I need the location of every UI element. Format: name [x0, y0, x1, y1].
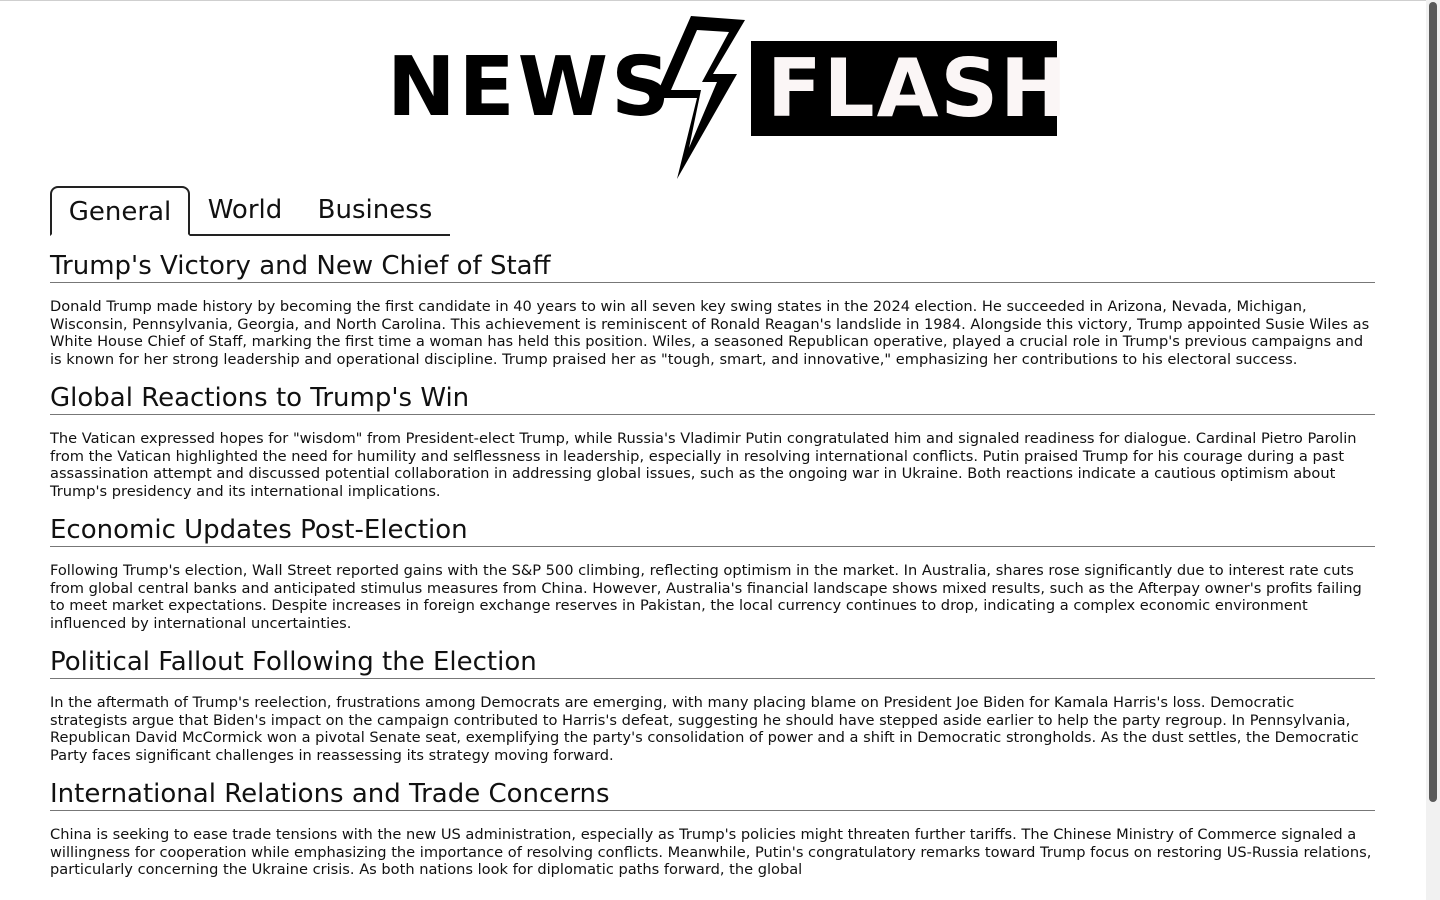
logo-flash-text: FLASH — [767, 42, 1070, 135]
scrollbar-thumb[interactable] — [1429, 2, 1437, 802]
article-title: Economic Updates Post-Election — [50, 514, 1375, 547]
article: Global Reactions to Trump's Win The Vati… — [50, 382, 1375, 500]
news-flash-logo: NEWS FLASH — [385, 14, 1067, 184]
window-top-border — [0, 0, 1426, 1]
logo-news-text: NEWS — [387, 40, 674, 135]
article: Economic Updates Post-Election Following… — [50, 514, 1375, 632]
article-body: Donald Trump made history by becoming th… — [50, 298, 1370, 368]
article-body: In the aftermath of Trump's reelection, … — [50, 694, 1359, 764]
article: International Relations and Trade Concer… — [50, 778, 1375, 879]
article-body: Following Trump's election, Wall Street … — [50, 562, 1362, 632]
article-title: Political Fallout Following the Election — [50, 646, 1375, 679]
article-body: The Vatican expressed hopes for "wisdom"… — [50, 430, 1357, 500]
article-list: Trump's Victory and New Chief of Staff D… — [50, 250, 1375, 893]
article: Trump's Victory and New Chief of Staff D… — [50, 250, 1375, 368]
article: Political Fallout Following the Election… — [50, 646, 1375, 764]
article-title: International Relations and Trade Concer… — [50, 778, 1375, 811]
category-tabs: General World Business — [50, 186, 450, 237]
tab-business[interactable]: Business — [305, 186, 445, 234]
lightning-bolt-icon — [655, 16, 745, 179]
article-title: Trump's Victory and New Chief of Staff — [50, 250, 1375, 283]
vertical-scrollbar[interactable] — [1426, 0, 1440, 900]
article-title: Global Reactions to Trump's Win — [50, 382, 1375, 415]
tab-world[interactable]: World — [200, 186, 290, 234]
article-body: China is seeking to ease trade tensions … — [50, 826, 1372, 878]
tab-general[interactable]: General — [50, 186, 190, 236]
